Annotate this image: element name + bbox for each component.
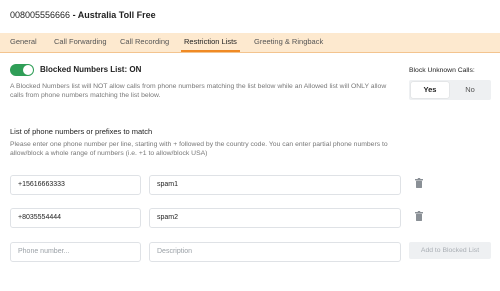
tab-call-forwarding[interactable]: Call Forwarding — [51, 33, 110, 52]
entry-number-field[interactable]: +15616663333 — [10, 175, 141, 195]
add-to-blocked-list-button[interactable]: Add to Blocked List — [409, 242, 491, 259]
number-name-title: Australia Toll Free — [77, 10, 156, 20]
list-help-text: Please enter one phone number per line, … — [10, 141, 388, 157]
block-unknown-label: Block Unknown Calls: — [409, 67, 475, 74]
tab-greeting-ringback[interactable]: Greeting & Ringback — [251, 33, 326, 52]
list-section-title: List of phone numbers or prefixes to mat… — [10, 127, 153, 136]
block-unknown-yes-button[interactable]: Yes — [411, 82, 449, 98]
tab-general[interactable]: General — [7, 33, 40, 52]
phone-number-title: 008005556666 — [10, 10, 71, 20]
toggle-knob — [23, 65, 33, 75]
new-phone-number-input[interactable]: Phone number... — [10, 242, 141, 262]
tab-bar: General Call Forwarding Call Recording R… — [0, 33, 500, 53]
tab-call-recording[interactable]: Call Recording — [117, 33, 172, 52]
tab-restriction-lists[interactable]: Restriction Lists — [181, 33, 240, 52]
blocked-list-toggle[interactable] — [10, 64, 34, 76]
list-description: A Blocked Numbers list will NOT allow ca… — [10, 83, 387, 99]
trash-icon[interactable] — [415, 178, 423, 188]
entry-description-field[interactable]: spam2 — [149, 208, 401, 228]
new-description-input[interactable]: Description — [149, 242, 401, 262]
entry-description-field[interactable]: spam1 — [149, 175, 401, 195]
block-unknown-no-button[interactable]: No — [451, 82, 489, 98]
toggle-label: Blocked Numbers List: ON — [40, 65, 142, 74]
page-title: 008005556666 - Australia Toll Free — [10, 10, 156, 20]
entry-number-field[interactable]: +8035554444 — [10, 208, 141, 228]
title-separator: - — [70, 10, 78, 20]
block-unknown-toggle-group: Yes No — [409, 80, 491, 100]
trash-icon[interactable] — [415, 211, 423, 221]
